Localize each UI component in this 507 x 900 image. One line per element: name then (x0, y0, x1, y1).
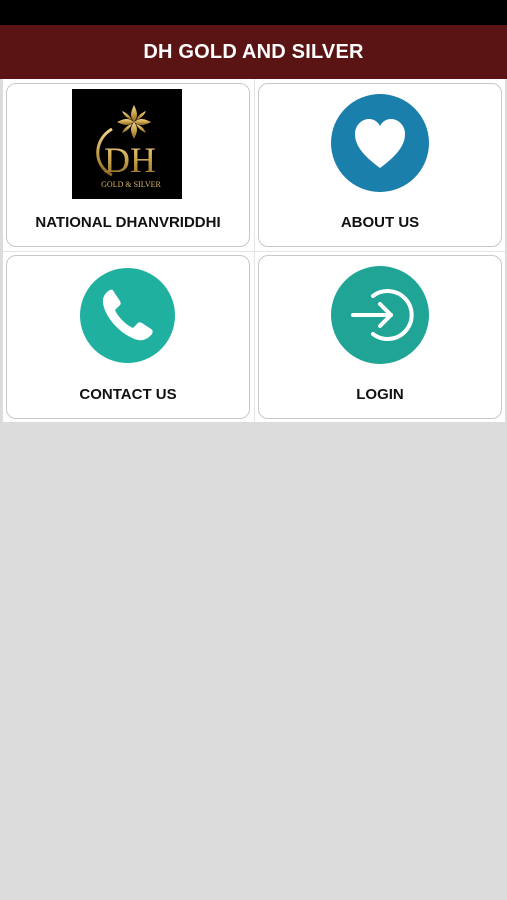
status-bar (0, 0, 507, 25)
tile-label: ABOUT US (340, 214, 420, 231)
tile-about-us[interactable]: ABOUT US (258, 83, 502, 247)
tile-national-dhanvriddhi[interactable]: DH GOLD & SILVER NATIONAL DHANVRIDDHI (6, 83, 250, 247)
tile-contact-us[interactable]: CONTACT US (6, 255, 250, 419)
grid-divider (3, 251, 505, 252)
menu-grid: DH GOLD & SILVER NATIONAL DHANVRIDDHI AB… (3, 79, 505, 422)
logo-tagline: GOLD & SILVER (101, 180, 161, 189)
tile-label: CONTACT US (79, 386, 177, 403)
logo-monogram: DH (104, 140, 156, 180)
heart-icon (331, 94, 429, 192)
dh-logo-icon: DH GOLD & SILVER (72, 89, 182, 199)
tile-login[interactable]: LOGIN (258, 255, 502, 419)
login-arrow-icon (331, 266, 429, 364)
tile-label: NATIONAL DHANVRIDDHI (35, 214, 221, 231)
app-title: DH GOLD AND SILVER (143, 40, 364, 63)
app-header: DH GOLD AND SILVER (0, 25, 507, 79)
tile-label: LOGIN (356, 386, 404, 403)
phone-icon (80, 268, 175, 363)
